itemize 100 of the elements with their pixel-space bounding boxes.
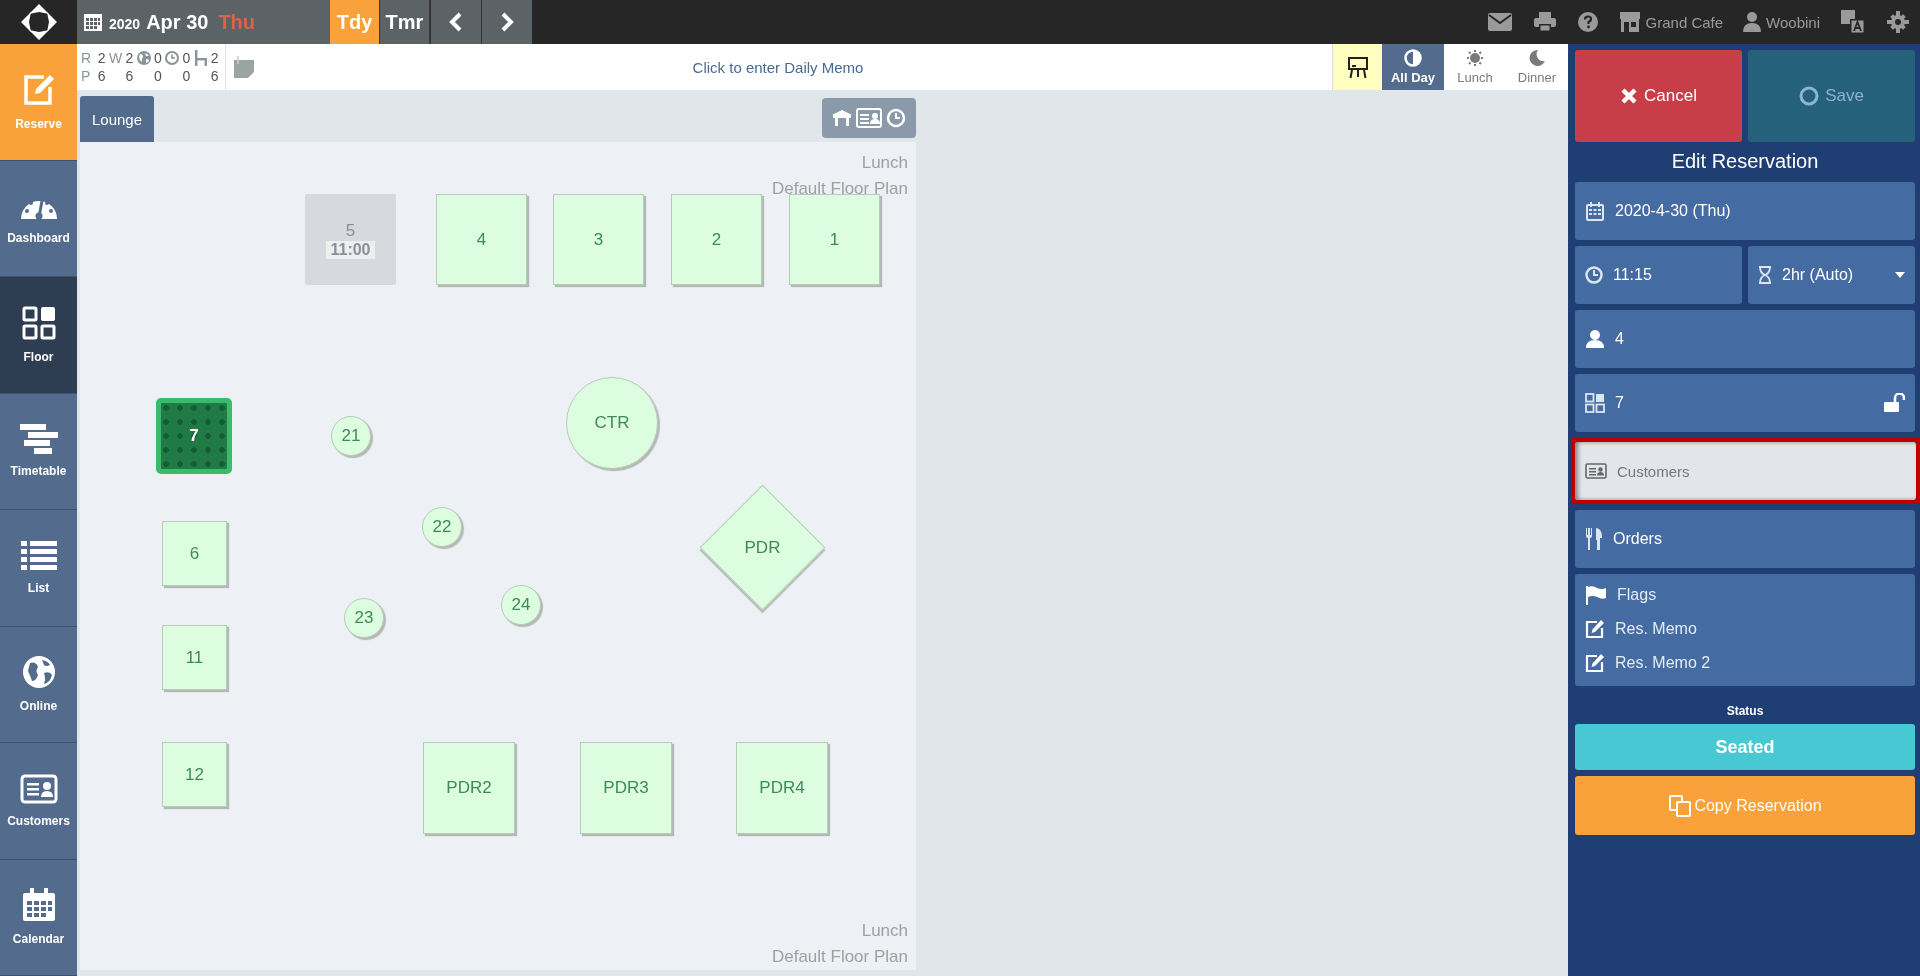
clock-icon <box>1585 266 1603 284</box>
sun-icon <box>1466 49 1484 67</box>
stat-value: 0 <box>182 50 191 66</box>
sidebar-item[interactable]: Customers <box>0 743 77 860</box>
presentation-button[interactable] <box>1332 44 1382 90</box>
square-table[interactable]: PDR4 <box>736 742 828 834</box>
person-icon <box>1743 12 1762 32</box>
diamond-table[interactable]: PDR <box>699 484 826 611</box>
chevron-right-icon <box>499 12 515 32</box>
square-table[interactable]: 7 <box>156 398 232 474</box>
edit-icon <box>21 72 56 107</box>
print-icon[interactable] <box>1533 12 1556 32</box>
store-icon <box>1618 12 1641 32</box>
chevron-left-icon <box>448 12 464 32</box>
sidebar-item[interactable]: Floor <box>0 277 77 394</box>
stat-value: 0 <box>153 50 162 66</box>
chair-icon <box>193 50 208 66</box>
round-table[interactable]: 24 <box>501 585 541 625</box>
meal-period-label: Lunch <box>861 920 908 942</box>
year-label: 2020 <box>109 16 141 32</box>
orders-field[interactable]: Orders <box>1575 510 1915 568</box>
globe-icon <box>136 51 151 65</box>
round-table[interactable]: CTR <box>566 377 658 469</box>
daily-memo-link[interactable]: Click to enter Daily Memo <box>224 58 1332 76</box>
guests-field[interactable]: 4 <box>1575 310 1915 368</box>
grid-icon <box>21 305 56 340</box>
translate-icon[interactable] <box>1841 10 1865 34</box>
next-button[interactable] <box>481 0 532 44</box>
meal-period-label: Lunch <box>861 152 908 174</box>
previous-button[interactable] <box>430 0 481 44</box>
clock-icon <box>165 51 180 65</box>
stat-value: 0 <box>153 68 162 84</box>
stat-value: 6 <box>125 68 134 84</box>
stat-label: R <box>81 50 92 66</box>
stat-value: 6 <box>97 68 106 84</box>
square-table[interactable]: 4 <box>436 194 527 285</box>
table-field[interactable]: 7 <box>1575 374 1915 432</box>
mail-icon[interactable] <box>1487 13 1512 31</box>
duration-dropdown[interactable]: 2hr (Auto) <box>1748 246 1915 304</box>
sidebar-item[interactable]: Calendar <box>0 859 77 976</box>
clock-icon[interactable] <box>886 108 906 128</box>
square-table[interactable]: PDR2 <box>423 742 515 834</box>
stat-value: 2 <box>125 50 134 66</box>
list-icon <box>20 540 57 571</box>
sidebar-item[interactable]: List <box>0 510 77 627</box>
floor-tab[interactable]: Lounge <box>80 96 155 142</box>
panel-title: Edit Reservation <box>1670 150 1820 173</box>
person-icon <box>1585 330 1605 348</box>
square-table[interactable]: 5 11:00 <box>305 194 396 285</box>
floor-plan-label: Default Floor Plan <box>771 946 908 968</box>
globe-icon <box>21 655 56 690</box>
weekday-label: Thu <box>218 10 256 34</box>
venue-name[interactable]: Grand Cafe <box>1645 13 1724 31</box>
round-table[interactable]: 21 <box>331 416 371 456</box>
easel-icon <box>1345 55 1370 79</box>
calendar-icon <box>21 888 56 923</box>
stat-value: 0 <box>182 68 191 84</box>
square-table[interactable]: 3 <box>553 194 644 285</box>
round-table[interactable]: 22 <box>422 507 462 547</box>
option-link[interactable]: Flags <box>1617 586 1657 604</box>
date-field[interactable]: 2020-4-30 (Thu) <box>1575 182 1915 240</box>
calendar-icon[interactable] <box>83 12 103 32</box>
flag-icon <box>1585 585 1607 605</box>
table-icon[interactable] <box>832 109 852 127</box>
edit-icon <box>1585 653 1605 673</box>
contact-card-icon <box>19 773 58 804</box>
help-icon[interactable] <box>1577 12 1598 32</box>
stat-value: 6 <box>210 68 219 84</box>
edit-icon <box>1585 619 1605 639</box>
hourglass-icon <box>1758 266 1772 284</box>
status-label: Status <box>1725 704 1765 718</box>
close-icon <box>1620 87 1639 105</box>
unlock-icon[interactable] <box>1883 393 1905 413</box>
user-name[interactable]: Woobini <box>1766 13 1820 31</box>
square-table[interactable]: 11 <box>162 625 227 690</box>
round-table[interactable]: 23 <box>344 598 384 638</box>
cancel-button[interactable]: Cancel <box>1575 50 1742 142</box>
stat-label: P <box>81 68 91 84</box>
settings-icon[interactable] <box>1887 11 1909 33</box>
time-field[interactable]: 11:15 <box>1575 246 1742 304</box>
cutlery-icon <box>1585 528 1603 550</box>
date-label[interactable]: Apr 30 <box>146 10 209 34</box>
option-link[interactable]: Res. Memo 2 <box>1615 654 1711 672</box>
caret-icon <box>1895 272 1905 278</box>
moon-icon <box>1528 49 1546 67</box>
contact-card-icon[interactable] <box>856 108 882 128</box>
square-table[interactable]: 12 <box>162 742 227 807</box>
sidebar-item[interactable]: Dashboard <box>0 160 77 277</box>
square-table[interactable]: 2 <box>671 194 762 285</box>
meal-period-tab[interactable]: All Day <box>1382 44 1444 90</box>
copy-icon <box>1668 793 1693 818</box>
square-table[interactable]: 1 <box>789 194 880 285</box>
sidebar-item[interactable]: Online <box>0 626 77 743</box>
calendar-icon <box>1585 201 1605 221</box>
option-link[interactable]: Res. Memo <box>1615 620 1697 638</box>
day-button[interactable]: Tmr <box>380 0 430 44</box>
sidebar-item[interactable]: Timetable <box>0 393 77 510</box>
customers-field[interactable]: Customers <box>1575 442 1916 500</box>
square-table[interactable]: PDR3 <box>580 742 672 834</box>
square-table[interactable]: 6 <box>162 521 227 586</box>
